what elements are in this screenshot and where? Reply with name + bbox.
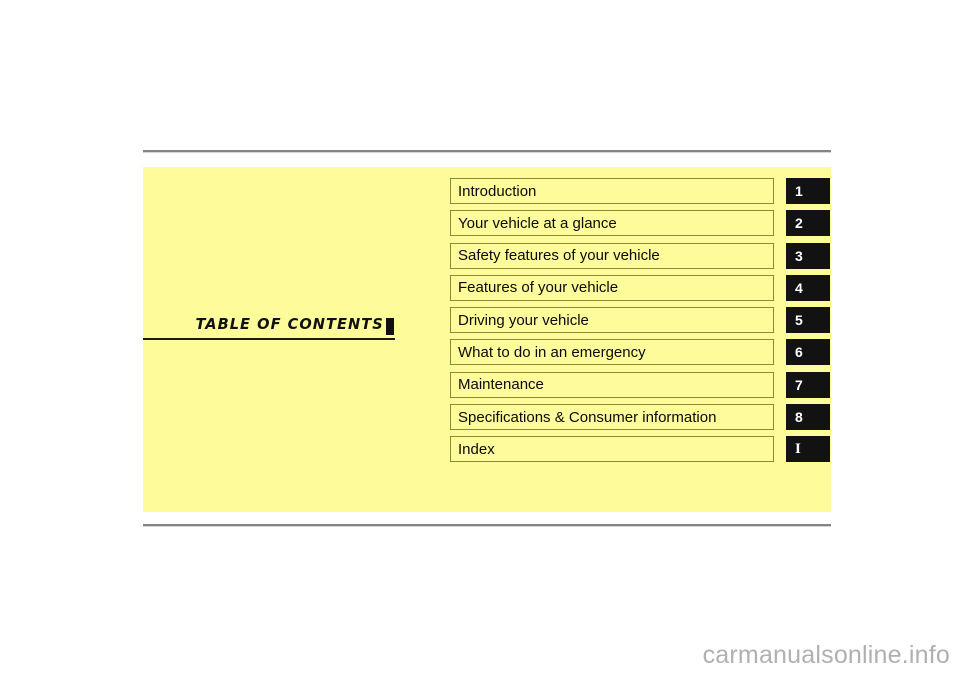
toc-entry-box[interactable]: Driving your vehicle <box>450 307 774 334</box>
toc-heading-block: TABLE OF CONTENTS <box>143 315 395 340</box>
toc-entry-label: Features of your vehicle <box>458 279 619 297</box>
toc-entry-label: Safety features of your vehicle <box>458 247 660 265</box>
toc-badge-label: 5 <box>795 312 803 329</box>
toc-badge-label: 3 <box>795 247 803 264</box>
toc-entry-box[interactable]: Your vehicle at a glance <box>450 210 774 237</box>
list-item[interactable]: Your vehicle at a glance 2 <box>450 210 830 242</box>
heading-underline <box>143 338 395 340</box>
toc-chapter-badge[interactable]: 6 <box>786 339 830 366</box>
toc-entry-box[interactable]: Features of your vehicle <box>450 274 774 301</box>
toc-chapter-badge[interactable]: 4 <box>786 274 830 301</box>
page-title: TABLE OF CONTENTS <box>195 315 384 333</box>
toc-badge-label: 8 <box>795 409 803 426</box>
list-item[interactable]: Specifications & Consumer information 8 <box>450 404 830 436</box>
toc-entry-label: Index <box>458 440 495 458</box>
toc-chapter-badge[interactable]: 5 <box>786 307 830 334</box>
toc-page: { "page": { "heading": "TABLE OF CONTENT… <box>0 0 960 679</box>
list-item[interactable]: Driving your vehicle 5 <box>450 307 830 339</box>
toc-entry-label: Specifications & Consumer information <box>458 408 717 426</box>
list-item[interactable]: Introduction 1 <box>450 178 830 210</box>
toc-badge-label: 1 <box>795 183 803 199</box>
list-item[interactable]: Safety features of your vehicle 3 <box>450 242 830 275</box>
list-item[interactable]: Maintenance 7 <box>450 371 830 404</box>
toc-list: Introduction 1 Your vehicle at a glance … <box>450 178 830 469</box>
list-item[interactable]: Index I <box>450 436 830 468</box>
list-item[interactable]: What to do in an emergency 6 <box>450 339 830 371</box>
toc-entry-label: Driving your vehicle <box>458 311 589 329</box>
toc-badge-label: 6 <box>795 344 803 361</box>
toc-badge-label: I <box>795 440 801 457</box>
toc-entry-box[interactable]: What to do in an emergency <box>450 339 774 366</box>
toc-entry-box[interactable]: Introduction <box>450 178 774 204</box>
toc-badge-label: 7 <box>795 376 803 393</box>
toc-badge-label: 2 <box>795 215 803 232</box>
toc-entry-label: Introduction <box>458 182 537 200</box>
toc-chapter-badge[interactable]: 2 <box>786 210 830 237</box>
site-watermark: carmanualsonline.info <box>702 641 950 669</box>
toc-entry-label: What to do in an emergency <box>458 343 646 361</box>
toc-entry-box[interactable]: Safety features of your vehicle <box>450 242 774 269</box>
page-rule-bottom <box>143 524 831 526</box>
page-rule-top <box>143 150 831 152</box>
toc-chapter-badge[interactable]: 1 <box>786 178 830 204</box>
toc-chapter-badge[interactable]: 8 <box>786 404 830 431</box>
toc-entry-box[interactable]: Index <box>450 436 774 463</box>
toc-entry-label: Maintenance <box>458 376 544 394</box>
toc-chapter-badge[interactable]: 3 <box>786 242 830 269</box>
toc-entry-label: Your vehicle at a glance <box>458 214 617 232</box>
heading-marker-icon <box>386 318 394 335</box>
list-item[interactable]: Features of your vehicle 4 <box>450 274 830 307</box>
toc-badge-label: 4 <box>795 279 803 296</box>
toc-entry-box[interactable]: Specifications & Consumer information <box>450 404 774 431</box>
toc-entry-box[interactable]: Maintenance <box>450 371 774 398</box>
toc-panel: TABLE OF CONTENTS Introduction 1 Your ve… <box>143 167 831 512</box>
toc-chapter-badge[interactable]: I <box>786 436 830 463</box>
toc-chapter-badge[interactable]: 7 <box>786 371 830 398</box>
